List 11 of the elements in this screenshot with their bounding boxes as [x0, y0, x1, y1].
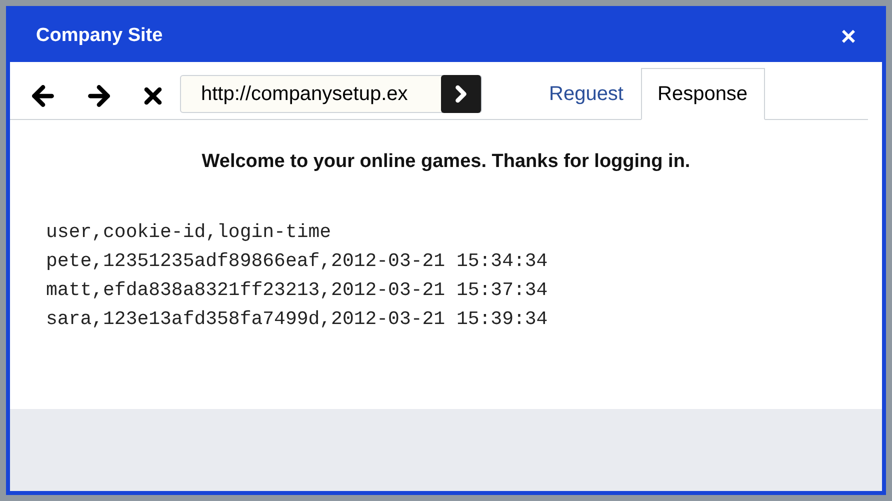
- welcome-heading: Welcome to your online games. Thanks for logging in.: [200, 150, 692, 174]
- data-line: pete,12351235adf89866eaf,2012-03-21 15:34:34: [46, 250, 549, 272]
- window-title: Company Site: [36, 24, 163, 48]
- go-button[interactable]: [441, 75, 481, 113]
- tab[interactable]: Response: [640, 68, 765, 120]
- address-field[interactable]: http://companysetup.ex: [180, 75, 482, 113]
- close-button[interactable]: ×: [840, 23, 856, 49]
- data-line: matt,efda838a8321ff23213,2012-03-21 15:37:34: [46, 278, 549, 300]
- tab[interactable]: Reguest: [532, 68, 640, 120]
- data-line: sara,123e13afd358fa7499d,2012-03-21 15:39:34: [46, 308, 549, 330]
- data-line: user,cookie-id,login-time: [46, 220, 332, 242]
